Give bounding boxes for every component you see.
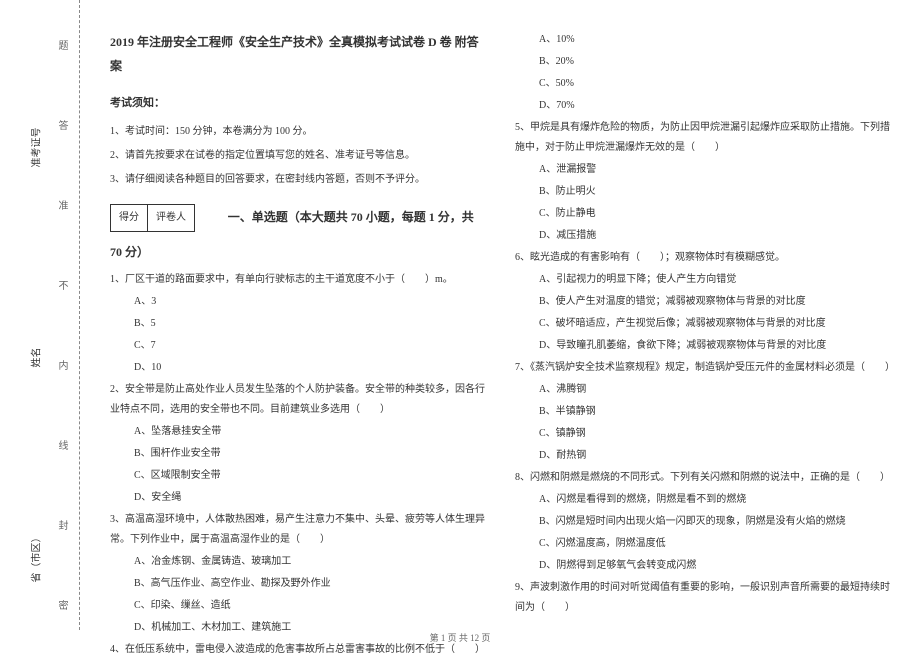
q2-b: B、围杆作业安全带: [110, 444, 485, 464]
q1-b: B、5: [110, 314, 485, 334]
q6-stem: 6、眩光造成的有害影响有（ ）；观察物体时有模糊感觉。: [515, 248, 895, 268]
left-column: 2019 年注册安全工程师《安全生产技术》全真模拟考试试卷 D 卷 附答案 考试…: [90, 30, 500, 630]
q2-d: D、安全绳: [110, 488, 485, 508]
dash-feng: 封: [54, 520, 69, 530]
score-cell-score: 得分: [111, 205, 148, 231]
q9-stem: 9、声波刺激作用的时间对听觉阈值有重要的影响，一般识别声音所需要的最短持续时间为…: [515, 578, 895, 618]
dash-xian: 线: [54, 440, 69, 450]
q5-stem: 5、甲烷是具有爆炸危险的物质，为防止因甲烷泄漏引起爆炸应采取防止措施。下列措施中…: [515, 118, 895, 158]
q7-d: D、耐热钢: [515, 446, 895, 466]
dash-zhun: 准: [54, 200, 69, 210]
content-area: 2019 年注册安全工程师《安全生产技术》全真模拟考试试卷 D 卷 附答案 考试…: [80, 0, 920, 630]
q5-c: C、防止静电: [515, 204, 895, 224]
field-province: 省（市区）: [28, 533, 43, 583]
q1-d: D、10: [110, 358, 485, 378]
q7-c: C、镇静钢: [515, 424, 895, 444]
score-box: 得分 评卷人: [110, 204, 195, 232]
q7-stem: 7、《蒸汽锅炉安全技术监察规程》规定，制造锅炉受压元件的金属材料必须是（ ）: [515, 358, 895, 378]
notice-label: 考试须知：: [110, 92, 485, 114]
instruction-3: 3、请仔细阅读各种题目的回答要求，在密封线内答题，否则不予评分。: [110, 170, 485, 190]
q2-stem: 2、安全带是防止高处作业人员发生坠落的个人防护装备。安全带的种类较多，因各行业特…: [110, 380, 485, 420]
q1-c: C、7: [110, 336, 485, 356]
q8-stem: 8、闪燃和阴燃是燃烧的不同形式。下列有关闪燃和阴燃的说法中，正确的是（ ）: [515, 468, 895, 488]
dash-mi: 密: [54, 600, 69, 610]
dash-bu: 不: [54, 280, 69, 290]
q4-d: D、70%: [515, 96, 895, 116]
right-column: A、10% B、20% C、50% D、70% 5、甲烷是具有爆炸危险的物质，为…: [500, 30, 910, 630]
instruction-1: 1、考试时间：150 分钟，本卷满分为 100 分。: [110, 122, 485, 142]
page-footer: 第 1 页 共 12 页: [0, 631, 920, 644]
q2-a: A、坠落悬挂安全带: [110, 422, 485, 442]
q8-c: C、闪燃温度高，阴燃温度低: [515, 534, 895, 554]
field-ticket: 准考证号: [28, 128, 43, 168]
q1-a: A、3: [110, 292, 485, 312]
q1-stem: 1、厂区干道的路面要求中，有单向行驶标志的主干道宽度不小于（ ）m。: [110, 270, 485, 290]
q4-c: C、50%: [515, 74, 895, 94]
q3-a: A、冶金炼钢、金属铸造、玻璃加工: [110, 552, 485, 572]
q3-stem: 3、高温高湿环境中，人体散热困难，易产生注意力不集中、头晕、疲劳等人体生理异常。…: [110, 510, 485, 550]
q5-b: B、防止明火: [515, 182, 895, 202]
q3-c: C、印染、缫丝、造纸: [110, 596, 485, 616]
q8-d: D、阴燃得到足够氧气会转变成闪燃: [515, 556, 895, 576]
q6-b: B、使人产生对温度的错觉；减弱被观察物体与背景的对比度: [515, 292, 895, 312]
q2-c: C、区域限制安全带: [110, 466, 485, 486]
q6-c: C、破坏暗适应，产生视觉后像；减弱被观察物体与背景的对比度: [515, 314, 895, 334]
q8-b: B、闪燃是短时间内出现火焰一闪即灭的现象，阴燃是没有火焰的燃烧: [515, 512, 895, 532]
score-cell-grader: 评卷人: [148, 205, 194, 231]
q4-b: B、20%: [515, 52, 895, 72]
q6-a: A、引起视力的明显下降；使人产生方向错觉: [515, 270, 895, 290]
binding-margin: 省（市区） 姓名 准考证号 密 封 线 内 不 准 答 题: [0, 0, 80, 630]
exam-title: 2019 年注册安全工程师《安全生产技术》全真模拟考试试卷 D 卷 附答案: [110, 30, 485, 78]
dash-ti: 题: [54, 40, 69, 50]
field-name: 姓名: [28, 348, 43, 368]
q5-a: A、泄漏报警: [515, 160, 895, 180]
q7-a: A、沸腾钢: [515, 380, 895, 400]
q4-a: A、10%: [515, 30, 895, 50]
dash-nei: 内: [54, 360, 69, 370]
q6-d: D、导致瞳孔肌萎缩，食欲下降；减弱被观察物体与背景的对比度: [515, 336, 895, 356]
q8-a: A、闪燃是看得到的燃烧，阴燃是看不到的燃烧: [515, 490, 895, 510]
dash-da: 答: [54, 120, 69, 130]
q5-d: D、减压措施: [515, 226, 895, 246]
q7-b: B、半镇静钢: [515, 402, 895, 422]
q3-b: B、高气压作业、高空作业、勘探及野外作业: [110, 574, 485, 594]
instruction-2: 2、请首先按要求在试卷的指定位置填写您的姓名、准考证号等信息。: [110, 146, 485, 166]
